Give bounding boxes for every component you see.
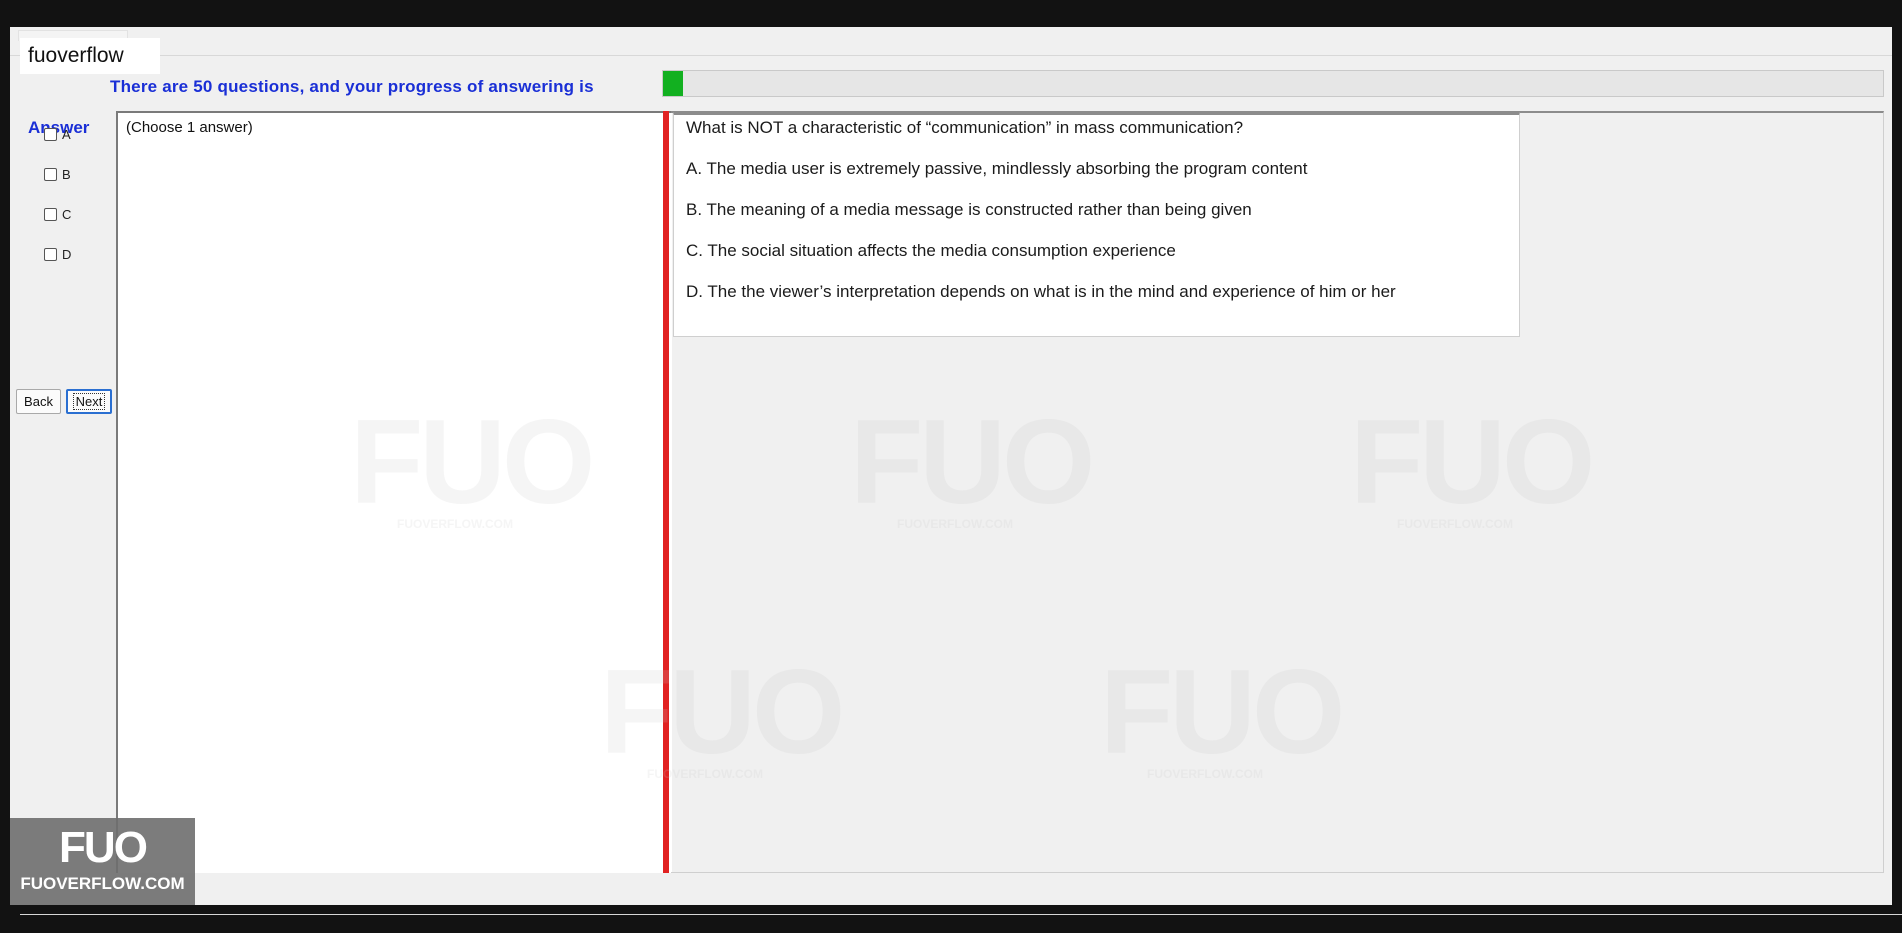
option-b-label: B <box>62 167 71 182</box>
logo-mark: FUO <box>59 823 148 872</box>
logo-site: FUOVERFLOW.COM <box>20 874 185 893</box>
choose-hint: (Choose 1 answer) <box>126 119 253 136</box>
back-button[interactable]: Back <box>16 389 61 414</box>
checkbox-b[interactable] <box>44 168 57 181</box>
fuoverflow-logo: FUO FUOVERFLOW.COM <box>10 818 195 905</box>
option-a-label: A <box>62 127 71 142</box>
red-divider <box>663 111 669 873</box>
next-button-label: Next <box>72 393 106 410</box>
tab-strip <box>10 27 1892 56</box>
checkbox-c[interactable] <box>44 208 57 221</box>
question-box: What is NOT a characteristic of “communi… <box>673 112 1520 337</box>
answer-text-panel: (Choose 1 answer) <box>116 111 672 873</box>
checkbox-d[interactable] <box>44 248 57 261</box>
exam-window: fuoverflow There are 50 questions, and y… <box>10 27 1902 915</box>
checkbox-a[interactable] <box>44 128 57 141</box>
choice-c-text: C. The social situation affects the medi… <box>686 241 1176 260</box>
app-name-label: fuoverflow <box>20 38 160 74</box>
option-d-label: D <box>62 247 72 262</box>
question-text: What is NOT a characteristic of “communi… <box>686 118 1244 137</box>
back-button-label: Back <box>24 394 53 409</box>
progress-label: There are 50 questions, and your progres… <box>110 77 594 96</box>
progress-fill <box>663 71 683 96</box>
option-c[interactable]: C <box>44 207 71 222</box>
status-strip <box>20 914 1902 933</box>
next-button[interactable]: Next <box>66 389 112 414</box>
option-a[interactable]: A <box>44 127 71 142</box>
option-b[interactable]: B <box>44 167 71 182</box>
option-c-label: C <box>62 207 72 222</box>
choice-a-text: A. The media user is extremely passive, … <box>686 159 1308 178</box>
choice-b-text: B. The meaning of a media message is con… <box>686 200 1252 219</box>
choice-d-text: D. The the viewer’s interpretation depen… <box>686 282 1396 301</box>
option-d[interactable]: D <box>44 247 71 262</box>
progress-bar <box>662 70 1884 97</box>
